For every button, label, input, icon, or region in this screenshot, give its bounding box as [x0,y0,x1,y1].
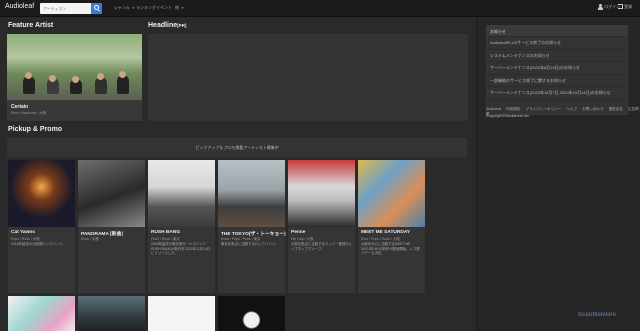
news-panel: お知らせ AudioleafPLUSサービス終了のお知らせ システムメンテナンス… [486,25,628,115]
pickup-card-image[interactable] [148,296,215,331]
sidebar: お知らせ AudioleafPLUSサービス終了のお知らせ システムメンテナンス… [476,17,640,331]
pickup-card[interactable]: RUSH BANG Punk / Rock / 東京 2018年結成の東京発ガー… [148,160,215,293]
artist-image [148,160,215,227]
card-genre: Punk / Rock / 東京 [151,236,180,241]
pickup-card[interactable]: THE TOKYO(ザ・トーキョー) Rock / Pops / Punk / … [218,160,286,293]
feature-artist-heading: Feature Artist [8,22,54,29]
card-genre: Hip Hop / 大阪 [291,236,314,241]
news-item[interactable]: サーバーメンテナンス(2021年6月13日)のお知らせ [487,62,627,75]
pr-tag: [PR] [177,23,187,28]
artist-image [218,160,285,227]
footer-link[interactable]: プライバシーポリシー [525,107,561,111]
search-input[interactable] [40,3,91,14]
pickup-card[interactable]: Cat Yawns Pops / Rock / 大阪 2016年結成の大阪発ロッ… [8,160,75,293]
feature-artist-card[interactable]: Certain Emo / Hardcore / 大阪 [7,34,142,121]
card-genre: Rock / Pops / Punk / 東京 [221,236,261,241]
artist-image [288,160,355,227]
news-item[interactable]: システムメンテナンスのお知らせ [487,50,627,62]
card-description: 2016年結成の大阪発ロックバンド。 [11,242,66,246]
footer-link[interactable]: お問い合わせ [582,107,604,111]
card-genre: Pops / Rock / 大阪 [11,236,40,241]
feature-artist-photo [7,34,142,100]
top-navbar: Audioleaf ジャンル▼ ランキング イベント 他▼ ログイン 登録 [0,0,640,17]
news-item[interactable]: 一部機能のサービス終了に関するお知らせ [487,75,627,87]
footer-link[interactable]: 利用規約 [506,107,520,111]
pickup-promo-heading: Pickup & Promo [8,126,63,133]
card-description: 大阪を拠点に活動するラッパー集団のヒップホップグループ。 [291,242,353,251]
footer-link[interactable]: Audioleaf [486,107,501,111]
card-description: 2018年結成の東京発ガールズバンドRUSH BANGが新作を2021年12月1… [151,242,210,256]
news-item[interactable]: サーバーメンテナンス(2020年10月7日,2020年10月14日)のお知らせ [487,87,627,100]
pickup-card[interactable]: Penne Hip Hop / 大阪 大阪を拠点に活動するラッパー集団のヒップホ… [288,160,355,293]
user-icon [598,4,603,10]
footer-link[interactable]: ヘルプ [566,107,577,111]
search-button[interactable] [91,3,102,14]
card-description: 東京を拠点に活動するロックバンド。 [221,242,279,246]
copyright-text: Copyright©Mediaheaf Inc. [486,114,530,118]
card-title[interactable]: Penne [291,230,305,235]
headline-panel [148,34,468,121]
card-genre: Rock / 京都 [81,236,99,241]
headline-heading: Headline[PR] [148,22,187,29]
nav-menu-ranking[interactable]: ランキング [136,5,156,11]
pickup-card[interactable]: MEET ME SATURDAY Emo / Punk / Rock / 大阪 … [358,160,425,293]
pickup-card[interactable]: PANORAMA [新曲] Rock / 京都 [78,160,145,293]
news-item[interactable]: AudioleafPLUSサービス終了のお知らせ [487,37,627,50]
nav-menu-event[interactable]: イベント [156,5,172,11]
news-panel-header: お知らせ [487,26,627,37]
feature-artist-name[interactable]: Certain [11,104,28,110]
card-title[interactable]: Cat Yawns [11,230,35,235]
register-link[interactable]: 登録 [618,4,632,10]
card-title[interactable]: MEET ME SATURDAY [361,230,410,235]
sign-in-icon [618,4,623,10]
brand-logo[interactable]: Audioleaf [5,3,34,10]
card-genre: Emo / Punk / Rock / 大阪 [361,236,400,241]
nav-menu-genre[interactable]: ジャンル ▼ [114,5,135,11]
artist-image [78,160,145,227]
pickup-card-image[interactable] [8,296,75,331]
footer-link[interactable]: 運営会社 [609,107,623,111]
artist-image [358,160,425,227]
pickup-banner[interactable]: ピックアップ＆プロモ掲載アーティスト募集中 [7,138,467,157]
pickup-card-image[interactable] [218,296,285,331]
artist-image [8,160,75,227]
feature-artist-genre: Emo / Hardcore / 大阪 [11,111,47,115]
card-title[interactable]: RUSH BANG [151,230,180,235]
card-description: 大阪を中心に活動するMEET ME SATURDAYの新作が配信開始。レコ発ツア… [361,242,420,256]
watermark-logo: ScanMalware [578,312,617,318]
login-link[interactable]: ログイン [598,4,620,10]
nav-menu-more[interactable]: 他 ▼ [175,5,184,11]
pickup-card-image[interactable] [78,296,145,331]
